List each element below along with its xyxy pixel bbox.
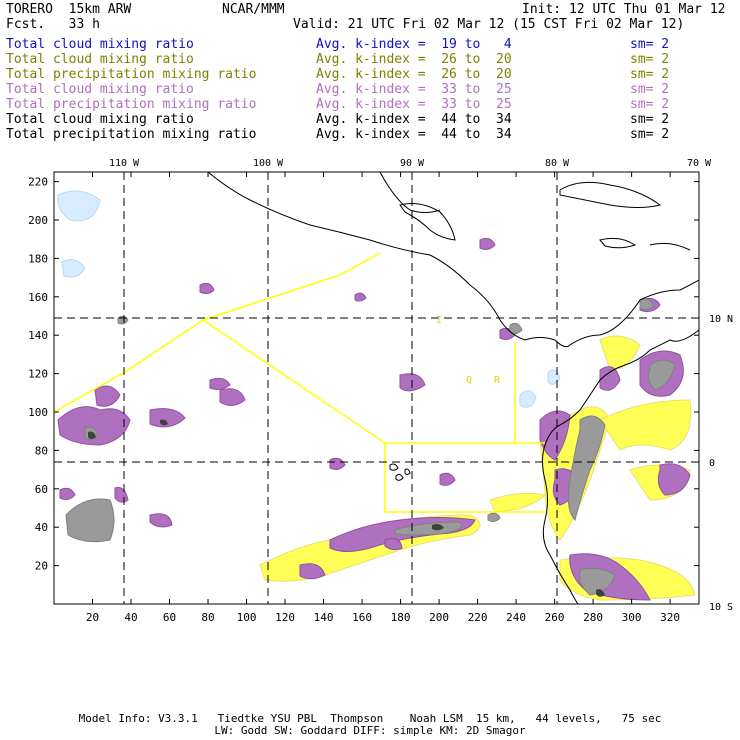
x-tick-label: 180 <box>391 611 411 624</box>
x-tick-label: 200 <box>429 611 449 624</box>
y-tick-label: 200 <box>28 214 48 227</box>
lon-label: 80 W <box>545 158 570 169</box>
x-tick-label: 220 <box>468 611 488 624</box>
annotation-q: Q <box>466 375 472 386</box>
y-tick-label: 20 <box>35 560 48 573</box>
annotation-i: I <box>436 315 442 326</box>
y-tick-label: 100 <box>28 406 48 419</box>
x-tick-label: 320 <box>660 611 680 624</box>
x-tick-label: 240 <box>506 611 526 624</box>
x-tick-label: 160 <box>352 611 372 624</box>
lon-label: 70 W <box>687 158 712 169</box>
x-tick-label: 300 <box>622 611 642 624</box>
lat-label: 10 S <box>709 602 733 613</box>
annotation-r: R <box>494 375 501 386</box>
y-tick-label: 160 <box>28 291 48 304</box>
y-tick-label: 40 <box>35 521 48 534</box>
x-tick-label: 280 <box>583 611 603 624</box>
x-tick-label: 260 <box>545 611 565 624</box>
map-panel: I Q R 20 40 60 80 100 120 140 160 180 200 220 240 26… <box>28 158 733 624</box>
x-tick-label: 20 <box>86 611 99 624</box>
lon-label: 100 W <box>253 158 284 169</box>
lat-label: 10 N <box>709 314 733 325</box>
x-tick-label: 140 <box>314 611 334 624</box>
x-tick-label: 60 <box>163 611 176 624</box>
lat-label: 0 <box>709 458 715 469</box>
y-tick-label: 220 <box>28 176 48 189</box>
physics-info: LW: Godd SW: Goddard DIFF: simple KM: 2D… <box>214 724 526 737</box>
lon-label: 110 W <box>109 158 140 169</box>
y-tick-label: 120 <box>28 368 48 381</box>
y-tick-label: 60 <box>35 483 48 496</box>
x-tick-label: 120 <box>275 611 295 624</box>
x-tick-label: 100 <box>237 611 257 624</box>
y-tick-label: 140 <box>28 329 48 342</box>
y-tick-label: 180 <box>28 252 48 265</box>
x-tick-label: 80 <box>201 611 214 624</box>
x-tick-label: 40 <box>124 611 137 624</box>
y-tick-label: 80 <box>35 444 48 457</box>
lon-label: 90 W <box>400 158 425 169</box>
